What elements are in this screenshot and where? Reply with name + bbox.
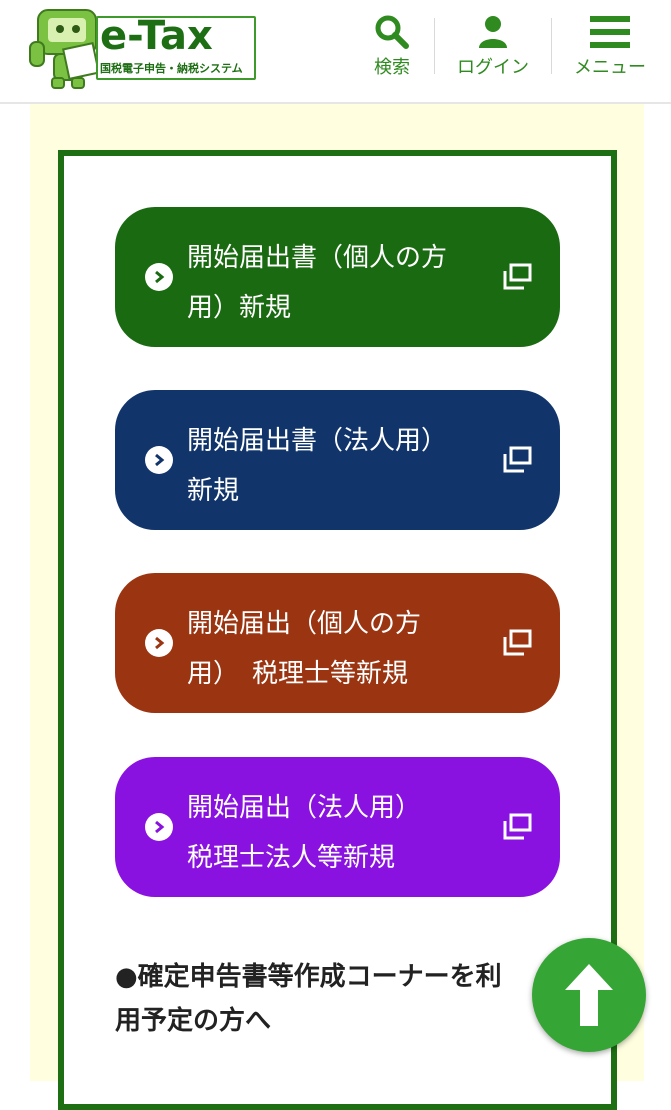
section-heading-line: ●確定申告書等作成コーナーを利 <box>115 962 502 992</box>
logo-subtitle: 国税電子申告・納税システム <box>100 62 243 75</box>
chevron-right-icon <box>145 446 173 474</box>
button-label: 開始届出書（法人用） 新規 <box>187 426 448 506</box>
nav-divider <box>434 18 435 74</box>
button-label: 開始届出（法人用） 税理士法人等新規 <box>187 793 422 873</box>
button-label: 開始届出書（個人の方 用）新規 <box>187 243 448 323</box>
search-icon <box>375 15 409 49</box>
chevron-right-icon <box>145 813 173 841</box>
start-corporate-tax-accountant-new-button[interactable]: 開始届出（法人用） 税理士法人等新規 <box>115 757 560 897</box>
login-label: ログイン <box>457 57 529 78</box>
search-button[interactable]: 検索 <box>362 12 422 78</box>
site-header: e-Tax 国税電子申告・納税システム 検索 ログイン メニュー <box>0 0 671 104</box>
section-heading-line: 用予定の方へ <box>115 1006 272 1036</box>
search-label: 検索 <box>374 57 410 78</box>
external-window-icon <box>503 446 532 473</box>
user-icon <box>479 16 507 48</box>
login-button[interactable]: ログイン <box>448 12 538 78</box>
arrow-up-icon <box>565 964 613 1026</box>
back-to-top-button[interactable] <box>532 938 646 1052</box>
nav-divider <box>551 18 552 74</box>
chevron-right-icon <box>145 629 173 657</box>
button-label: 開始届出（個人の方 用） 税理士等新規 <box>187 609 422 689</box>
external-window-icon <box>503 629 532 656</box>
section-heading: ●確定申告書等作成コーナーを利 用予定の方へ <box>115 955 555 1043</box>
start-form-corporate-new-button[interactable]: 開始届出書（法人用） 新規 <box>115 390 560 530</box>
menu-icon <box>590 16 630 48</box>
etax-logo[interactable]: e-Tax 国税電子申告・納税システム <box>26 2 256 92</box>
logo-title: e-Tax <box>100 13 213 59</box>
menu-label: メニュー <box>574 57 646 78</box>
external-window-icon <box>503 813 532 840</box>
start-individual-tax-accountant-new-button[interactable]: 開始届出（個人の方 用） 税理士等新規 <box>115 573 560 713</box>
external-window-icon <box>503 263 532 290</box>
menu-button[interactable]: メニュー <box>566 12 654 78</box>
chevron-right-icon <box>145 263 173 291</box>
start-form-individual-new-button[interactable]: 開始届出書（個人の方 用）新規 <box>115 207 560 347</box>
